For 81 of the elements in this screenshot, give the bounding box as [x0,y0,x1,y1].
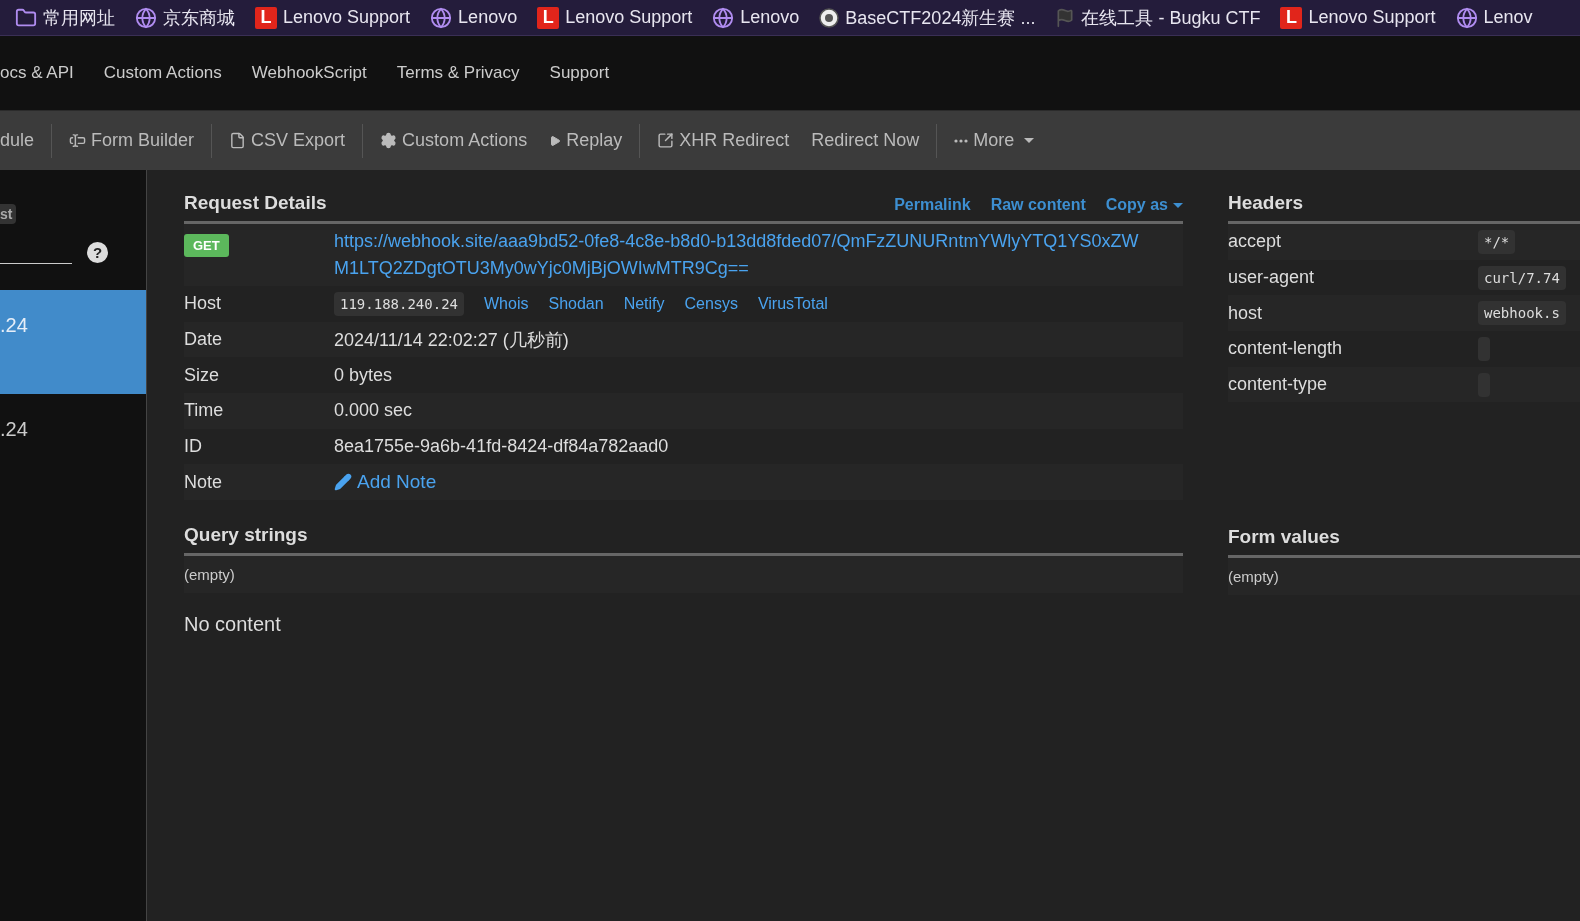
logo-icon: L [537,6,560,29]
row-label: ID [184,436,203,458]
bookmark[interactable]: Lenovo [430,6,518,29]
section-title: Form values [1228,525,1340,548]
toolbar-button[interactable]: dule [0,130,35,151]
add-note-link[interactable]: Add Note [334,471,437,494]
row-label: Note [184,471,224,493]
row-label: Date [184,329,224,351]
bookmark[interactable]: Lenov [1455,6,1533,29]
form-icon [69,132,87,149]
lookup-link[interactable]: Netify [623,294,665,313]
row-value: 0 bytes [334,364,393,386]
flag-icon [1055,7,1076,28]
method-badge: GET [184,234,229,257]
request-item[interactable]: .24 [0,394,146,498]
help-icon[interactable]: ? [87,241,108,263]
bookmark[interactable]: 常用网址 [15,5,115,30]
bookmark[interactable]: L Lenovo Support [1280,6,1436,29]
action-link[interactable]: Copy as [1105,196,1183,214]
logo-icon: L [255,6,277,29]
section-title: Headers [1228,192,1303,214]
toolbar-button[interactable]: CSV Export [229,130,346,151]
header-value: webhook.s [1478,301,1566,326]
section-title: Request Details [184,192,327,214]
body-text: No content [184,613,282,637]
toolbar-button[interactable]: XHR Redirect [657,130,790,151]
toolbar-button[interactable]: Form Builder [69,130,195,151]
nav-link[interactable]: ocs & API [0,63,74,83]
row-label: Time [184,400,225,422]
tag: st [0,204,17,224]
empty-text: (empty) [184,556,1183,594]
file-icon [229,132,247,149]
bookmark[interactable]: 在线工具 - Bugku CTF [1055,5,1261,30]
header-name: content-type [1228,374,1329,396]
row-value: 8ea1755e-9a6b-41fd-8424-df84a782aad0 [334,436,669,458]
request-url[interactable]: https://webhook.site/aaa9bd52-0fe8-4c8e-b8d0-b13dd8fded07/QmFzZUNURntmYWlyYTQ1YS0xZWM1LTQ2ZDgtOTU3My0wYjc0MjBjOWIwMTR9Cg== [334,224,1149,286]
header-name: user-agent [1228,267,1316,289]
bookmark[interactable]: L Lenovo Support [255,6,411,29]
globe-icon [1455,6,1478,29]
row-value: 2024/11/14 22:02:27 (几秒前) [334,328,569,352]
header-name: content-length [1228,338,1344,360]
header-value: curl/7.74 [1478,265,1566,290]
section-title: Query strings [184,524,308,547]
bookmark[interactable]: BaseCTF2024新生赛 ... [819,5,1036,30]
host-value: 119.188.240.24 [334,291,464,316]
lookup-link[interactable]: Whois [484,294,529,313]
toolbar-button[interactable]: Replay [549,130,623,151]
lookup-link[interactable]: VirusTotal [757,294,828,313]
bookmark[interactable]: Lenovo [712,6,800,29]
external-link-icon [657,132,675,149]
bookmark[interactable]: L Lenovo Support [537,6,693,29]
folder-icon [15,6,37,29]
lookup-link[interactable]: Censys [684,294,738,313]
row-label: Size [184,364,220,386]
settings-icon [380,132,398,149]
action-link[interactable]: Permalink [894,196,971,214]
request-item[interactable]: .24 [0,290,146,394]
globe-icon [430,6,453,29]
lookup-link[interactable]: Shodan [548,294,604,313]
logo-icon: L [1280,6,1303,29]
toolbar-button[interactable]: Custom Actions [380,130,528,151]
emblem-icon [819,7,840,28]
toolbar-button[interactable]: More [954,130,1035,151]
nav-link[interactable]: Support [549,63,610,83]
play-icon [549,134,562,147]
pencil-icon [334,473,352,492]
action-link[interactable]: Raw content [990,196,1086,214]
header-name: host [1228,302,1264,324]
toolbar-button[interactable]: Redirect Now [811,130,920,151]
header-name: accept [1228,231,1283,253]
globe-icon [712,6,735,29]
row-value: 0.000 sec [334,400,413,422]
bookmark[interactable]: 京东商城 [135,5,235,30]
nav-link[interactable]: Terms & Privacy [396,63,520,83]
nav-link[interactable]: Custom Actions [103,63,222,83]
row-label: Host [184,293,222,315]
dots-icon [954,138,969,143]
header-value: */* [1478,229,1516,254]
nav-link[interactable]: WebhookScript [251,63,367,83]
empty-text: (empty) [1228,557,1580,595]
globe-icon [135,6,157,29]
